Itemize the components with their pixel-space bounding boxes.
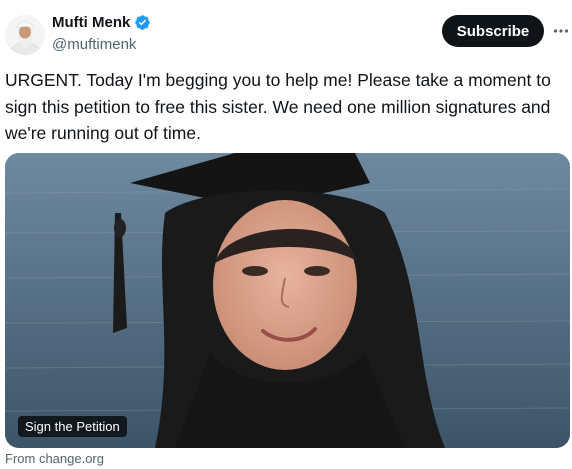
more-dots-icon <box>553 29 569 33</box>
tweet-text: URGENT. Today I'm begging you to help me… <box>5 70 551 143</box>
card-source[interactable]: From change.org <box>5 451 104 466</box>
author-handle[interactable]: @muftimenk <box>52 36 136 53</box>
petition-photo <box>5 153 570 448</box>
more-options-icon[interactable] <box>550 20 572 42</box>
display-name[interactable]: Mufti Menk <box>52 14 130 31</box>
verified-badge-icon <box>135 15 151 30</box>
avatar-image <box>5 15 45 55</box>
tweet: Mufti Menk @muftimenk Subscribe URGENT. … <box>0 0 572 469</box>
link-card[interactable]: Sign the Petition <box>5 153 570 448</box>
author-name-row[interactable]: Mufti Menk <box>52 14 151 31</box>
card-title: Sign the Petition <box>18 416 127 437</box>
subscribe-button[interactable]: Subscribe <box>442 15 544 47</box>
avatar[interactable] <box>5 15 45 55</box>
